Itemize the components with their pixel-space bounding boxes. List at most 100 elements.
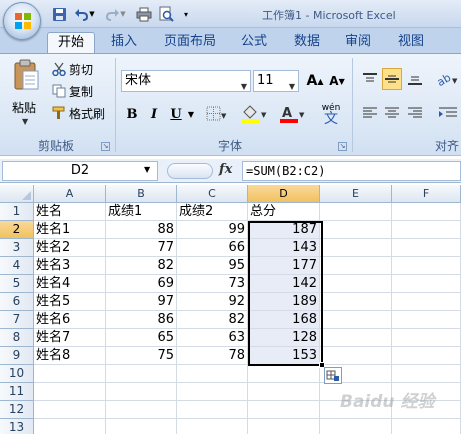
- tab-home[interactable]: 开始: [47, 32, 95, 53]
- row-header-11[interactable]: 11: [0, 383, 34, 401]
- copy-button[interactable]: 复制: [52, 82, 93, 100]
- cell-a5[interactable]: 姓名4: [34, 275, 106, 293]
- align-bottom-button[interactable]: [405, 68, 425, 90]
- cell-b6[interactable]: 97: [106, 293, 177, 311]
- undo-dropdown[interactable]: ▼: [88, 5, 96, 23]
- cell-c4[interactable]: 95: [177, 257, 248, 275]
- cell-b4[interactable]: 82: [106, 257, 177, 275]
- row-header-12[interactable]: 12: [0, 401, 34, 419]
- column-header-b[interactable]: B: [106, 185, 177, 203]
- indent-button[interactable]: [435, 102, 461, 124]
- cell-f9[interactable]: [392, 347, 461, 365]
- cell-a13[interactable]: [34, 419, 106, 434]
- cell-c8[interactable]: 63: [177, 329, 248, 347]
- row-header-9[interactable]: 9: [0, 347, 34, 365]
- border-button[interactable]: ▼: [205, 103, 229, 125]
- cell-a10[interactable]: [34, 365, 106, 383]
- cut-button[interactable]: 剪切: [52, 60, 93, 78]
- chevron-down-icon[interactable]: ▼: [144, 165, 150, 174]
- column-header-d[interactable]: D: [248, 185, 320, 203]
- cell-e1[interactable]: [320, 203, 392, 221]
- phonetic-guide-button[interactable]: wén 文: [314, 101, 348, 127]
- row-header-13[interactable]: 13: [0, 419, 34, 434]
- row-header-5[interactable]: 5: [0, 275, 34, 293]
- tab-review[interactable]: 审阅: [340, 32, 376, 53]
- row-header-10[interactable]: 10: [0, 365, 34, 383]
- font-name-select[interactable]: 宋体 ▼: [121, 70, 251, 92]
- cell-b2[interactable]: 88: [106, 221, 177, 239]
- spreadsheet-grid[interactable]: ABCDEF 1 2 3 4 5 6 7 8 9 10 11 12 13 姓名 成绩1 成绩2 总分 姓名1 88…: [0, 185, 461, 434]
- cell-b8[interactable]: 65: [106, 329, 177, 347]
- align-center-button[interactable]: [382, 102, 402, 124]
- cell-c9[interactable]: 78: [177, 347, 248, 365]
- underline-button[interactable]: U: [167, 103, 185, 125]
- print-preview-button[interactable]: [157, 5, 175, 23]
- cell-a8[interactable]: 姓名7: [34, 329, 106, 347]
- cell-b5[interactable]: 69: [106, 275, 177, 293]
- cell-f1[interactable]: [392, 203, 461, 221]
- align-top-button[interactable]: [360, 68, 380, 90]
- font-launcher-icon[interactable]: ↘: [338, 142, 347, 151]
- align-left-button[interactable]: [360, 102, 380, 124]
- cell-c5[interactable]: 73: [177, 275, 248, 293]
- cell-f3[interactable]: [392, 239, 461, 257]
- cell-c6[interactable]: 92: [177, 293, 248, 311]
- insert-function-icon[interactable]: fx: [219, 162, 232, 177]
- cell-e7[interactable]: [320, 311, 392, 329]
- cell-d11[interactable]: [248, 383, 320, 401]
- tab-formulas[interactable]: 公式: [236, 32, 272, 53]
- cell-a3[interactable]: 姓名2: [34, 239, 106, 257]
- cell-a1[interactable]: 姓名: [34, 203, 106, 221]
- cell-f10[interactable]: [392, 365, 461, 383]
- clipboard-launcher-icon[interactable]: ↘: [101, 142, 110, 151]
- tab-page-layout[interactable]: 页面布局: [158, 32, 222, 53]
- cell-a7[interactable]: 姓名6: [34, 311, 106, 329]
- cell-b12[interactable]: [106, 401, 177, 419]
- cell-d8[interactable]: 128: [248, 329, 320, 347]
- grow-font-button[interactable]: A ▲: [304, 70, 326, 92]
- bold-button[interactable]: B: [123, 103, 141, 125]
- cell-b13[interactable]: [106, 419, 177, 434]
- cell-d9[interactable]: 153: [248, 347, 320, 365]
- column-header-f[interactable]: F: [392, 185, 461, 203]
- cell-d12[interactable]: [248, 401, 320, 419]
- name-box[interactable]: D2: [2, 161, 158, 181]
- tab-insert[interactable]: 插入: [104, 32, 144, 53]
- formula-input[interactable]: =SUM(B2:C2): [242, 161, 461, 181]
- cell-d1[interactable]: 总分: [248, 203, 320, 221]
- cell-c10[interactable]: [177, 365, 248, 383]
- paste-button[interactable]: 粘贴 ▼: [8, 59, 44, 135]
- row-header-8[interactable]: 8: [0, 329, 34, 347]
- font-color-button[interactable]: A ▼: [278, 103, 308, 125]
- office-button[interactable]: [3, 2, 41, 40]
- cell-a12[interactable]: [34, 401, 106, 419]
- row-header-6[interactable]: 6: [0, 293, 34, 311]
- cell-e5[interactable]: [320, 275, 392, 293]
- redo-dropdown[interactable]: ▼: [119, 5, 127, 23]
- font-size-select[interactable]: 11 ▼: [253, 70, 299, 92]
- row-header-7[interactable]: 7: [0, 311, 34, 329]
- cell-f4[interactable]: [392, 257, 461, 275]
- underline-dropdown[interactable]: ▼: [187, 103, 195, 125]
- format-painter-button[interactable]: 格式刷: [52, 104, 105, 122]
- cell-b11[interactable]: [106, 383, 177, 401]
- cell-d3[interactable]: 143: [248, 239, 320, 257]
- row-header-2[interactable]: 2: [0, 221, 34, 239]
- cell-f5[interactable]: [392, 275, 461, 293]
- fill-color-button[interactable]: ▼: [240, 103, 270, 125]
- cell-c3[interactable]: 66: [177, 239, 248, 257]
- cell-f8[interactable]: [392, 329, 461, 347]
- italic-button[interactable]: I: [145, 103, 163, 125]
- cell-a11[interactable]: [34, 383, 106, 401]
- cell-b10[interactable]: [106, 365, 177, 383]
- cell-d10[interactable]: [248, 365, 320, 383]
- cell-c1[interactable]: 成绩2: [177, 203, 248, 221]
- cell-f13[interactable]: [392, 419, 461, 434]
- cell-b3[interactable]: 77: [106, 239, 177, 257]
- column-header-a[interactable]: A: [34, 185, 106, 203]
- tab-data[interactable]: 数据: [289, 32, 325, 53]
- formula-bar-divider[interactable]: [167, 163, 213, 179]
- cell-e6[interactable]: [320, 293, 392, 311]
- cell-d4[interactable]: 177: [248, 257, 320, 275]
- row-header-1[interactable]: 1: [0, 203, 34, 221]
